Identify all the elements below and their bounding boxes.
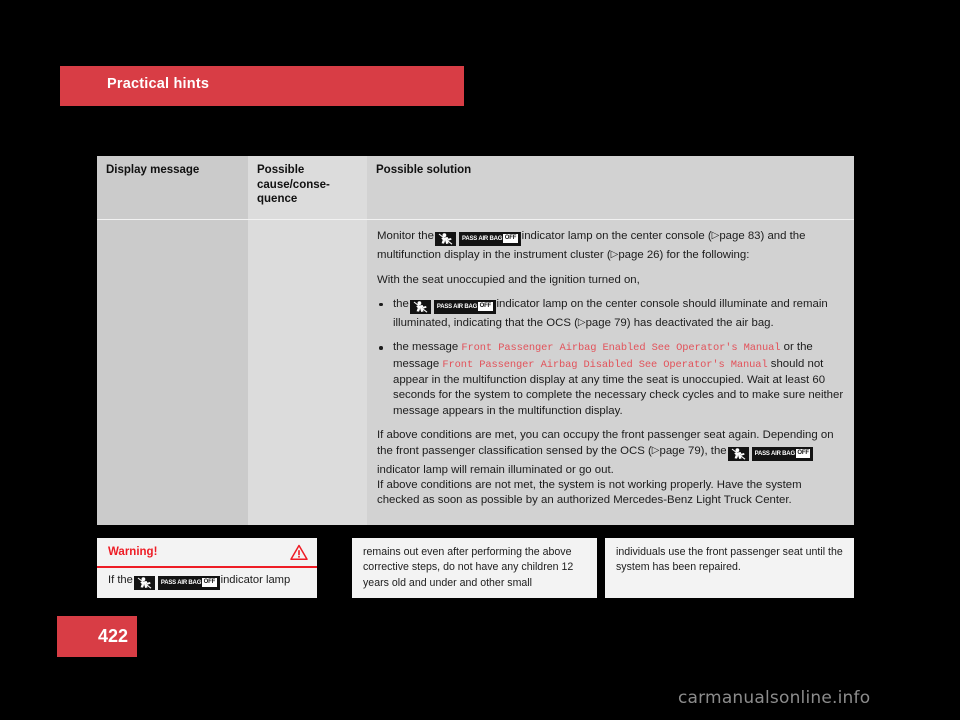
bullet1-text-a: the — [393, 297, 409, 310]
page-number: 422 — [97, 626, 128, 646]
table-header-display-message: Display message — [97, 156, 248, 219]
display-message-disabled: Front Passenger Airbag Disabled See Oper… — [442, 358, 768, 371]
manual-page: Practical hints Display message Possible… — [0, 0, 960, 720]
pass-air-bag-label: PASS AIR BAG OFF — [751, 447, 814, 462]
warning-continuation-column-3: individuals use the front passenger seat… — [605, 538, 854, 598]
pass-air-bag-off-indicator-icon: PASS AIR BAG OFF — [434, 231, 521, 247]
troubleshooting-table: Display message Possible cause/conse-que… — [97, 156, 854, 525]
chapter-banner: Practical hints — [60, 66, 464, 106]
off-badge: OFF — [503, 233, 518, 243]
warning-continuation-column-2: remains out even after performing the ab… — [352, 538, 597, 598]
table-body-row: Monitor the PASS AIR BAG OFF indicator lamp… — [97, 220, 854, 525]
solution-closing-paragraph-2: If above conditions are not met, the sys… — [377, 478, 802, 507]
warning-triangle-icon — [290, 544, 308, 566]
pass-air-bag-label: PASS AIR BAG OFF — [458, 231, 521, 246]
solution-intro-paragraph: Monitor the PASS AIR BAG OFF indicator lamp… — [377, 228, 844, 264]
pass-air-bag-off-indicator-icon: PASS AIR BAG OFF — [727, 447, 814, 462]
warning-strip: Warning! If the PASS AIR BAG OFF indicator … — [97, 538, 854, 598]
list-item: the message Front Passenger Airbag Enabl… — [377, 340, 844, 418]
closing-text-b: page 79), the — [659, 445, 727, 458]
page-number-badge: 422 — [57, 616, 137, 657]
intro-text-a: Monitor the — [377, 230, 434, 242]
site-watermark: carmanualsonline.info — [678, 688, 871, 708]
list-item: the PASS AIR BAG OFF indicator lamp on the … — [377, 297, 844, 332]
chapter-banner-notch — [60, 66, 98, 106]
intro-text-b: indicator lamp on the center console ( — [521, 230, 712, 242]
bullet1-text-c: page 79) has deactivated the air bag. — [585, 317, 774, 330]
table-header-possible-cause: Possible cause/conse-quence — [248, 156, 367, 219]
warning-box: Warning! If the PASS AIR BAG OFF indicator … — [97, 538, 317, 598]
cell-possible-solution: Monitor the PASS AIR BAG OFF indicator lamp… — [367, 220, 854, 525]
solution-condition-paragraph: With the seat unoccupied and the ignitio… — [377, 273, 640, 286]
page-ref-arrow-icon: ▷ — [651, 445, 660, 457]
table-header-possible-solution: Possible solution — [367, 156, 854, 219]
warning-text-a: If the — [108, 574, 133, 586]
cell-display-message — [97, 220, 248, 525]
off-badge: OFF — [202, 578, 217, 588]
solution-bullet-list: the PASS AIR BAG OFF indicator lamp on the … — [377, 297, 844, 419]
off-badge: OFF — [795, 449, 811, 459]
warning-body-text: If the PASS AIR BAG OFF indicator lamp — [97, 568, 317, 591]
cell-possible-cause — [248, 220, 367, 525]
child-seat-figure-icon — [434, 231, 456, 246]
pass-air-bag-off-indicator-icon: PASS AIR BAG OFF — [133, 576, 220, 591]
page-ref-arrow-icon: ▷ — [577, 317, 586, 329]
child-seat-figure-icon — [409, 299, 431, 314]
child-seat-figure-icon — [133, 576, 155, 591]
warning-header: Warning! — [97, 538, 317, 568]
pass-air-bag-off-indicator-icon: PASS AIR BAG OFF — [409, 299, 496, 315]
pass-air-bag-label: PASS AIR BAG OFF — [157, 576, 220, 591]
closing-text-c: indicator lamp will remain illuminated o… — [377, 463, 614, 476]
solution-closing-paragraph-1: If above conditions are met, you can occ… — [377, 428, 844, 478]
warning-title: Warning! — [108, 546, 158, 558]
table-header-row: Display message Possible cause/conse-que… — [97, 156, 854, 219]
pass-air-bag-label: PASS AIR BAG OFF — [433, 299, 496, 314]
warning-text-b: indicator lamp — [220, 574, 291, 586]
child-seat-figure-icon — [727, 447, 749, 462]
chapter-title: Practical hints — [107, 76, 210, 92]
bullet2-text-a: the message — [393, 341, 459, 354]
intro-text-d: page 26) for the following: — [618, 249, 750, 262]
off-badge: OFF — [478, 301, 493, 311]
display-message-enabled: Front Passenger Airbag Enabled See Opera… — [461, 342, 781, 355]
